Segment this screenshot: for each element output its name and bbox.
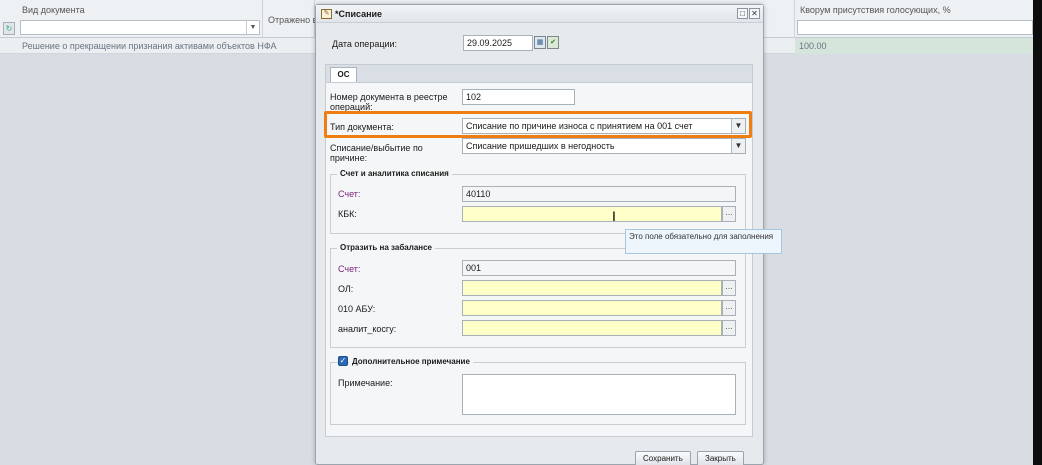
- account-label: Счет:: [338, 189, 361, 199]
- note-legend: Дополнительное примечание: [349, 357, 473, 367]
- doc-number-label: Номер документа в реестре операций:: [330, 92, 448, 112]
- operation-date-input[interactable]: 29.09.2025: [463, 35, 533, 51]
- quorum-cell-bg: 100.00: [795, 38, 1042, 54]
- kbk-lookup-button[interactable]: …: [722, 206, 736, 222]
- screen-edge: [1033, 0, 1042, 465]
- column-header-label: Вид документа: [22, 5, 85, 15]
- doc-number-input[interactable]: 102: [462, 89, 575, 105]
- tab-os[interactable]: ОС: [330, 67, 357, 83]
- column-header-label: Кворум присутствия голосующих, %: [800, 5, 951, 15]
- writeoff-reason-label: Списание/выбытие по причине:: [330, 143, 423, 163]
- document-type-filter[interactable]: ▼: [20, 20, 260, 35]
- account-input[interactable]: 40110: [462, 186, 736, 202]
- dialog-title: *Списание: [335, 9, 383, 19]
- quorum-cell: 100.00: [799, 41, 827, 51]
- tab-strip: ОС: [325, 64, 753, 83]
- close-icon[interactable]: ✕: [749, 8, 760, 19]
- offbalance-account-input[interactable]: 001: [462, 260, 736, 276]
- ol-input[interactable]: [462, 280, 722, 296]
- column-header-reflected[interactable]: Отражено в: [263, 0, 318, 38]
- note-label: Примечание:: [338, 378, 393, 388]
- chevron-down-icon[interactable]: ▼: [246, 21, 259, 34]
- doc-type-highlight: [324, 111, 752, 138]
- writeoff-dialog: ✎ *Списание □ ✕ Дата операции: 29.09.202…: [315, 4, 782, 465]
- writeoff-reason-select[interactable]: Списание пришедших в негодность ▼: [462, 138, 746, 154]
- calendar-today-icon[interactable]: ✔: [547, 36, 559, 49]
- chevron-down-icon[interactable]: ▼: [731, 139, 745, 153]
- writeoff-reason-value: Списание пришедших в негодность: [466, 141, 615, 151]
- kosgu-label: аналит_косгу:: [338, 324, 397, 334]
- text-cursor-icon: I: [612, 208, 616, 224]
- kbk-label: КБК:: [338, 209, 357, 219]
- account-fieldset: Счет и аналитика списания: [330, 169, 746, 234]
- column-header-blank: [764, 0, 795, 38]
- abu-label: 010 АБУ:: [338, 304, 376, 314]
- note-checkbox[interactable]: ✓: [338, 356, 348, 366]
- dialog-titlebar[interactable]: ✎ *Списание □ ✕: [316, 5, 763, 23]
- quorum-filter[interactable]: [797, 20, 1033, 35]
- maximize-icon[interactable]: □: [737, 8, 748, 19]
- offbalance-legend: Отразить на забалансе: [337, 243, 436, 253]
- kosgu-lookup-button[interactable]: …: [722, 320, 736, 336]
- abu-input[interactable]: [462, 300, 722, 316]
- abu-lookup-button[interactable]: …: [722, 300, 736, 316]
- note-textarea[interactable]: [462, 374, 736, 415]
- operation-date-label: Дата операции:: [332, 39, 398, 49]
- ol-lookup-button[interactable]: …: [722, 280, 736, 296]
- required-field-tooltip: Это поле обязательно для заполнения: [625, 229, 782, 254]
- column-header-label: Отражено в: [268, 15, 318, 25]
- kbk-input[interactable]: [462, 206, 722, 222]
- document-type-cell: Решение о прекращении признания активами…: [22, 41, 277, 51]
- account-legend: Счет и аналитика списания: [337, 169, 452, 179]
- refresh-icon[interactable]: ↻: [3, 22, 15, 35]
- calendar-icon[interactable]: ▦: [534, 36, 546, 49]
- ol-label: ОЛ:: [338, 284, 354, 294]
- save-button[interactable]: Сохранить: [635, 451, 691, 465]
- kosgu-input[interactable]: [462, 320, 722, 336]
- edit-document-icon: ✎: [321, 9, 332, 19]
- offbalance-account-label: Счет:: [338, 264, 361, 274]
- close-button[interactable]: Закрыть: [697, 451, 744, 465]
